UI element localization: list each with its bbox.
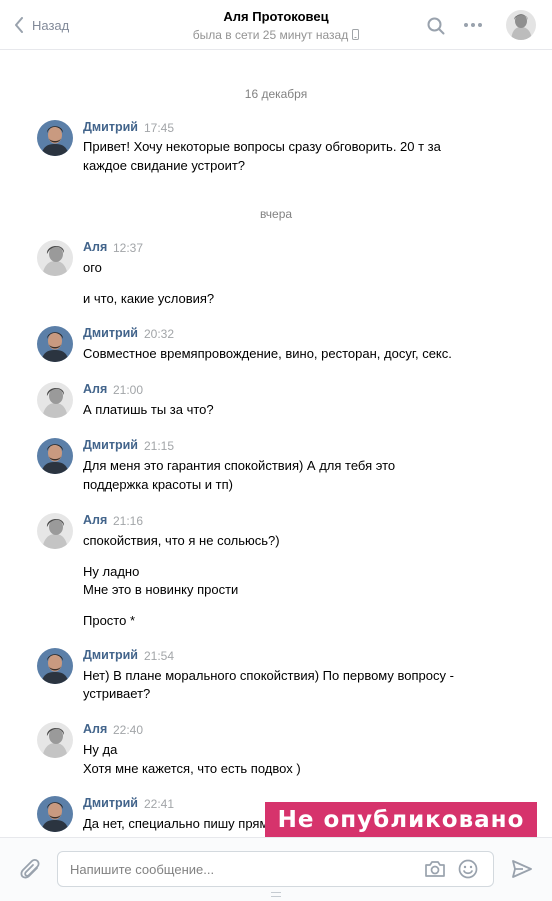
author-avatar[interactable] — [37, 326, 73, 362]
message-time: 21:16 — [113, 514, 144, 528]
status-text: была в сети 25 минут назад — [192, 28, 349, 42]
author-name[interactable]: Дмитрий — [83, 648, 138, 662]
send-icon[interactable] — [512, 860, 532, 878]
author-avatar[interactable] — [37, 513, 73, 549]
male-avatar-image — [37, 120, 73, 156]
message-time: 22:41 — [144, 797, 175, 811]
message-text: Хотя мне кажется, что есть подвох ) — [83, 761, 301, 776]
message-time: 12:37 — [113, 241, 144, 255]
message-text: Ну да — [83, 742, 118, 757]
mobile-phone-icon — [352, 29, 360, 40]
resize-handle[interactable] — [271, 892, 281, 897]
author-avatar[interactable] — [37, 120, 73, 156]
author-name[interactable]: Аля — [83, 513, 107, 527]
contact-status: была в сети 25 минут назад — [0, 28, 552, 42]
message-text: Совместное времяпровождение, вино, ресто… — [83, 346, 452, 361]
author-avatar[interactable] — [37, 438, 73, 474]
date-separator: вчера — [259, 207, 293, 221]
message-text: спокойствия, что я не сольюсь?) — [83, 533, 280, 548]
more-icon[interactable] — [463, 22, 483, 28]
male-avatar-image — [37, 796, 73, 832]
female-avatar-image — [37, 513, 73, 549]
message-time: 17:45 — [144, 121, 175, 135]
message-text: Мне это в новинку прости — [83, 582, 239, 597]
message-time: 21:15 — [144, 439, 175, 453]
author-avatar[interactable] — [37, 240, 73, 276]
author-name[interactable]: Аля — [83, 382, 107, 396]
message-text: ого — [83, 260, 102, 275]
message-text: Да нет, специально пишу прям — [83, 816, 269, 831]
author-avatar[interactable] — [37, 648, 73, 684]
author-name[interactable]: Дмитрий — [83, 796, 138, 810]
message-text: Нет) В плане морального спокойствия) По … — [83, 668, 454, 683]
author-name[interactable]: Аля — [83, 240, 107, 254]
date-separator: 16 декабря — [244, 87, 308, 101]
chat-header: Назад Аля Протоковец была в сети 25 мину… — [0, 0, 552, 50]
message-time: 20:32 — [144, 327, 175, 341]
message-text: Ну ладно — [83, 564, 140, 579]
male-avatar-image — [37, 326, 73, 362]
message-text: каждое свидание устроит? — [83, 158, 246, 173]
watermark-label: Не опубликовано — [265, 802, 537, 838]
message-text: Для меня это гарантия спокойствия) А для… — [83, 458, 396, 473]
author-name[interactable]: Аля — [83, 722, 107, 736]
author-name[interactable]: Дмитрий — [83, 326, 138, 340]
search-icon[interactable] — [427, 17, 445, 35]
male-avatar-image — [37, 648, 73, 684]
male-avatar-image — [37, 438, 73, 474]
author-avatar[interactable] — [37, 796, 73, 832]
message-text: и что, какие условия? — [83, 291, 215, 306]
message-text: Просто * — [83, 613, 136, 628]
contact-avatar-image — [506, 10, 536, 40]
camera-icon[interactable] — [424, 860, 446, 878]
message-text: Привет! Хочу некоторые вопросы сразу обг… — [83, 139, 441, 154]
message-time: 21:54 — [144, 649, 175, 663]
message-text: поддержка красоты и тп) — [83, 477, 233, 492]
message-text: А платишь ты за что? — [83, 402, 214, 417]
author-avatar[interactable] — [37, 722, 73, 758]
message-time: 21:00 — [113, 383, 144, 397]
author-name[interactable]: Дмитрий — [83, 120, 138, 134]
message-time: 22:40 — [113, 723, 144, 737]
contact-avatar[interactable] — [506, 10, 536, 40]
message-input[interactable] — [70, 852, 410, 886]
emoji-icon[interactable] — [458, 859, 478, 879]
author-name[interactable]: Дмитрий — [83, 438, 138, 452]
author-avatar[interactable] — [37, 382, 73, 418]
message-input-box[interactable] — [57, 851, 494, 887]
message-composer — [0, 837, 552, 901]
female-avatar-image — [37, 722, 73, 758]
message-text: устривает? — [83, 686, 151, 701]
paperclip-icon[interactable] — [20, 858, 42, 882]
female-avatar-image — [37, 382, 73, 418]
female-avatar-image — [37, 240, 73, 276]
